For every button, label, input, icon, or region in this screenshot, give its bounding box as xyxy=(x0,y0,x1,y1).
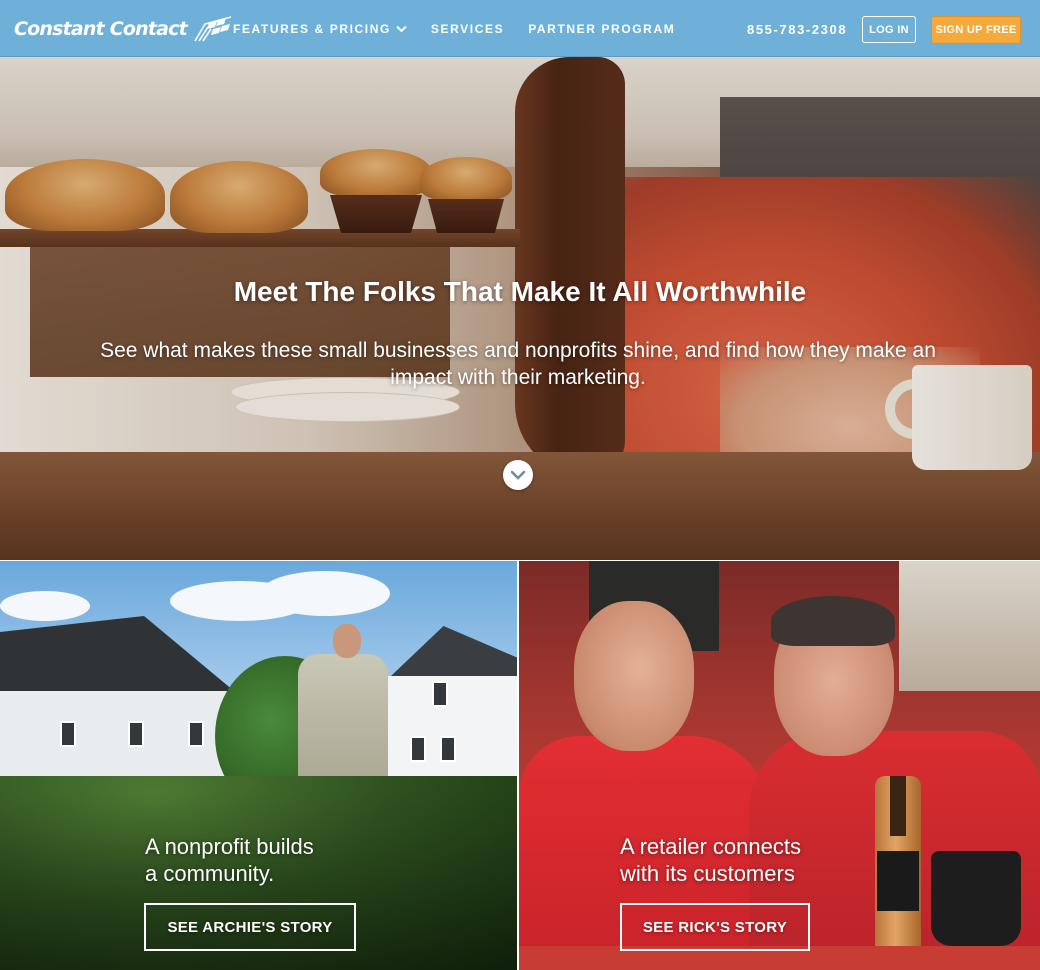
nav-features-pricing[interactable]: FEATURES & PRICING xyxy=(233,22,407,36)
story-caption-line: A retailer connects xyxy=(620,834,801,859)
hero-title: Meet The Folks That Make It All Worthwhi… xyxy=(233,276,807,307)
nav-services[interactable]: SERVICES xyxy=(431,22,504,36)
story-caption-line: A nonprofit builds xyxy=(145,834,314,859)
nav-partner-program-label: PARTNER PROGRAM xyxy=(528,21,676,36)
signup-button[interactable]: SIGN UP FREE xyxy=(931,16,1021,44)
login-button[interactable]: LOG IN xyxy=(862,16,916,43)
nav-partner-program[interactable]: PARTNER PROGRAM xyxy=(528,22,675,36)
scroll-down-button[interactable] xyxy=(503,460,533,490)
hero-section: Meet The Folks That Make It All Worthwhi… xyxy=(0,57,1040,560)
brand-logo[interactable]: Constant Contact xyxy=(14,13,233,45)
chevron-down-icon xyxy=(510,470,526,480)
story-caption: A retailer connects with its customers xyxy=(620,833,801,887)
story-caption: A nonprofit builds a community. xyxy=(145,833,314,887)
ice-bucket xyxy=(931,851,1021,946)
story-caption-line: a community. xyxy=(145,861,275,886)
top-navbar: Constant Contact FEATURES & PRICING SERV… xyxy=(0,0,1040,57)
story-card-nonprofit: A nonprofit builds a community. SEE ARCH… xyxy=(0,561,517,970)
brand-name: Constant Contact xyxy=(14,18,188,40)
primary-nav: FEATURES & PRICING SERVICES PARTNER PROG… xyxy=(233,0,699,57)
story-caption-line: with its customers xyxy=(620,861,795,886)
nav-features-pricing-label: FEATURES & PRICING xyxy=(233,21,391,36)
see-ricks-story-button[interactable]: SEE RICK'S STORY xyxy=(620,903,810,951)
phone-number[interactable]: 855-783-2308 xyxy=(747,22,847,37)
story-card-retailer: A retailer connects with its customers S… xyxy=(519,561,1040,970)
see-archies-story-button[interactable]: SEE ARCHIE'S STORY xyxy=(144,903,356,951)
nav-services-label: SERVICES xyxy=(430,21,505,36)
chevron-down-icon xyxy=(396,25,407,32)
hero-subtitle: See what makes these small businesses an… xyxy=(100,339,936,389)
brand-mark-icon xyxy=(194,16,232,42)
